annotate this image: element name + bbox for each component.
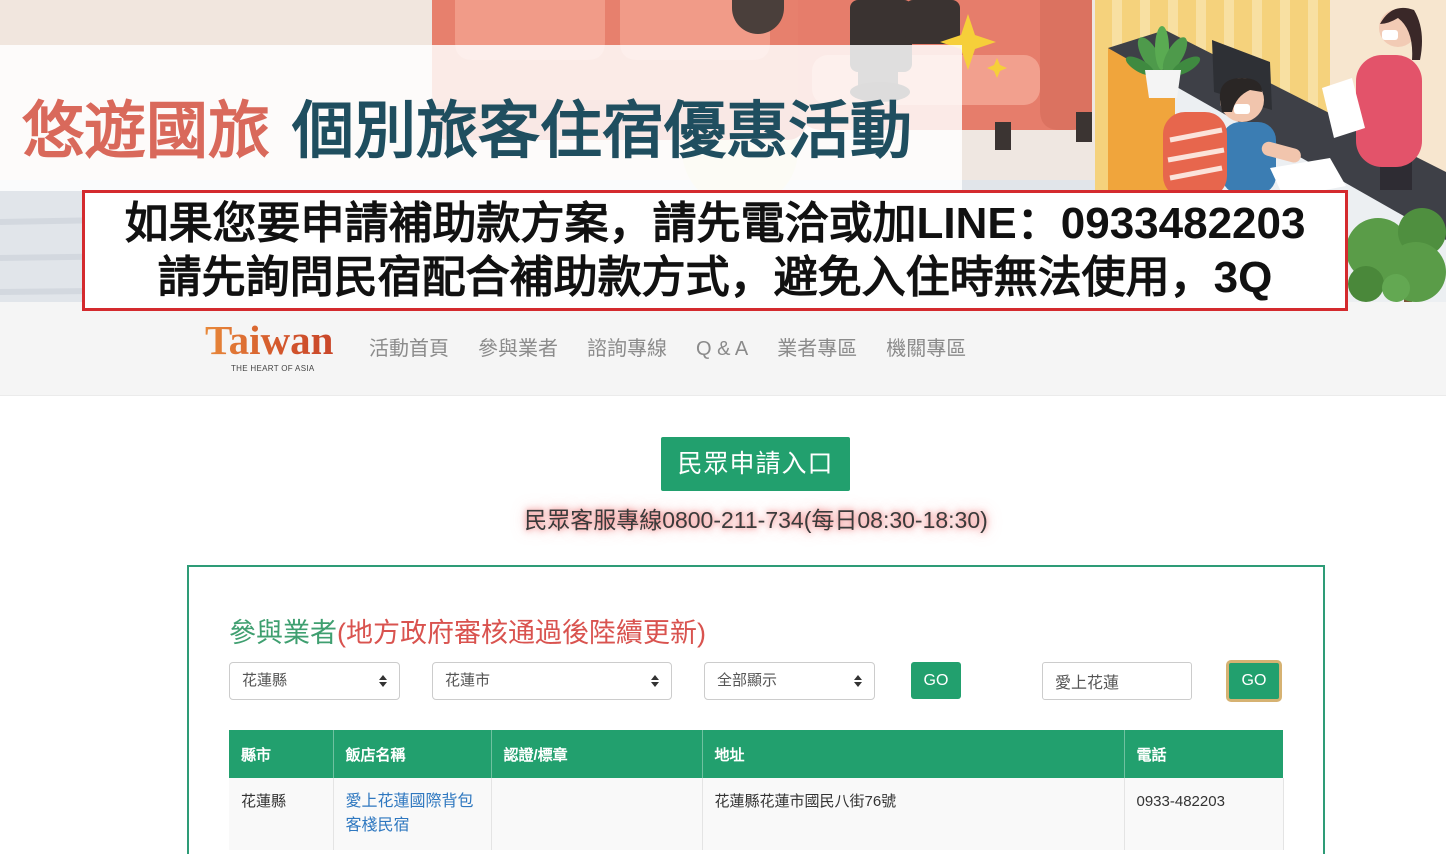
participants-panel: 參與業者(地方政府審核通過後陸續更新) 花蓮縣 花蓮市 全部顯示 GO GO 縣… — [187, 565, 1325, 854]
logo-wordmark: Taiwan — [205, 317, 334, 363]
customer-service-hotline: 民眾客服專線0800-211-734(每日08:30-18:30) — [524, 507, 988, 533]
column-header-address: 地址 — [702, 730, 1125, 778]
column-header-phone: 電話 — [1124, 730, 1284, 778]
cell-county: 花蓮縣 — [229, 778, 334, 850]
cell-hotel-name: 愛上花蓮國際背包客棧民宿 — [333, 778, 492, 850]
logo-tagline: THE HEART OF ASIA — [231, 364, 315, 373]
column-header-hotel-name: 飯店名稱 — [333, 730, 492, 778]
nav-item: Q & A — [696, 334, 748, 364]
participants-table: 縣市 飯店名稱 認證/標章 地址 電話 花蓮縣 愛上花蓮國際背包客棧民宿 花蓮縣… — [229, 730, 1284, 850]
nav-item-agency-zone[interactable]: 機關專區 — [886, 338, 966, 360]
nav-menu: 活動首頁 參與業者 諮詢專線 Q & A 業者專區 機關專區 — [369, 334, 966, 364]
nav-item: 活動首頁 — [369, 334, 449, 364]
nav-item: 參與業者 — [478, 334, 558, 364]
public-apply-button[interactable]: 民眾申請入口 — [661, 437, 850, 491]
campaign-title-highlight: 悠遊國旅 — [22, 94, 271, 167]
county-select[interactable]: 花蓮縣 — [229, 662, 400, 700]
notice-line-1: 如果您要申請補助款方案，請先電洽或加LINE：0933482203 — [124, 198, 1306, 248]
nav-item-hotline[interactable]: 諮詢專線 — [587, 338, 667, 360]
search-go-button[interactable]: GO — [1226, 660, 1282, 702]
notice-line-2: 請先詢問民宿配合補助款方式，避免入住時無法使用，3Q — [157, 252, 1273, 302]
cell-address: 花蓮縣花蓮市國民八街76號 — [702, 778, 1125, 850]
sort-arrows-icon — [854, 675, 862, 687]
city-select-value: 花蓮市 — [445, 672, 491, 689]
nav-item: 機關專區 — [886, 334, 966, 364]
sort-arrows-icon — [379, 675, 387, 687]
cell-certification — [491, 778, 703, 850]
participants-heading: 參與業者(地方政府審核通過後陸續更新) — [229, 616, 706, 650]
notice-box: 如果您要申請補助款方案，請先電洽或加LINE：0933482203 請先詢問民宿… — [82, 190, 1348, 311]
main-navbar: Taiwan THE HEART OF ASIA 活動首頁 參與業者 諮詢專線 … — [0, 302, 1446, 396]
column-header-county: 縣市 — [229, 730, 334, 778]
nav-item-faq[interactable]: Q & A — [696, 338, 748, 360]
nav-item: 諮詢專線 — [587, 334, 667, 364]
city-select[interactable]: 花蓮市 — [432, 662, 672, 700]
hotel-search-input[interactable] — [1042, 662, 1192, 700]
table-row: 花蓮縣 愛上花蓮國際背包客棧民宿 花蓮縣花蓮市國民八街76號 0933-4822… — [229, 778, 1284, 850]
nav-item-business-zone[interactable]: 業者專區 — [777, 338, 857, 360]
table-header-row: 縣市 飯店名稱 認證/標章 地址 電話 — [229, 730, 1284, 778]
sort-arrows-icon — [651, 675, 659, 687]
campaign-title: 悠遊國旅 個別旅客住宿優惠活動 — [22, 96, 912, 166]
hotel-name-link[interactable]: 愛上花蓮國際背包客棧民宿 — [346, 793, 474, 834]
county-select-value: 花蓮縣 — [242, 672, 288, 689]
participants-heading-note: (地方政府審核通過後陸續更新) — [337, 618, 706, 648]
display-filter-value: 全部顯示 — [717, 672, 778, 689]
nav-item-participants[interactable]: 參與業者 — [478, 338, 558, 360]
cell-phone: 0933-482203 — [1124, 778, 1284, 850]
nav-item: 業者專區 — [777, 334, 857, 364]
nav-item-home[interactable]: 活動首頁 — [369, 338, 449, 360]
page: 悠遊國旅 個別旅客住宿優惠活動 如果您要申請補助款方案，請先電洽或加LINE：09… — [0, 0, 1446, 854]
taiwan-logo[interactable]: Taiwan THE HEART OF ASIA — [205, 320, 341, 380]
column-header-certification: 認證/標章 — [491, 730, 703, 778]
participants-heading-title: 參與業者 — [229, 618, 337, 648]
campaign-title-main: 個別旅客住宿優惠活動 — [292, 94, 913, 167]
display-filter-select[interactable]: 全部顯示 — [704, 662, 875, 700]
filter-go-button[interactable]: GO — [911, 662, 961, 699]
